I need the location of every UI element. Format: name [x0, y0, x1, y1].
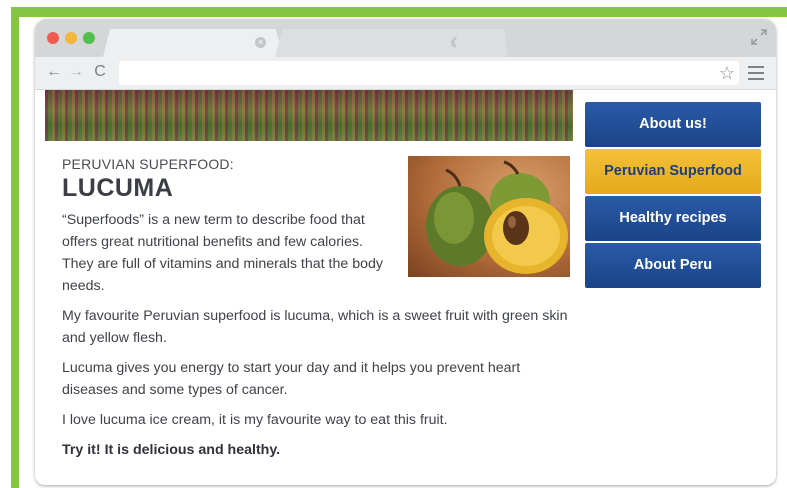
nav-about-peru[interactable]: About Peru [585, 243, 761, 288]
article-title: LUCUMA [62, 174, 174, 202]
reload-icon[interactable]: C [91, 63, 109, 81]
banner-image [45, 90, 573, 141]
close-window-button[interactable] [47, 32, 59, 44]
browser-window: × × ← → C ☆ [35, 19, 776, 485]
page-viewport: PERUVIAN SUPERFOOD: LUCUMA “Superfoods” … [35, 90, 776, 485]
side-navigation: About us! Peruvian Superfood Healthy rec… [585, 102, 761, 290]
back-icon[interactable]: ← [45, 63, 63, 81]
paragraph-5: Try it! It is delicious and healthy. [62, 442, 281, 458]
browser-toolbar: ← → C ☆ [35, 57, 776, 90]
article-kicker: PERUVIAN SUPERFOOD: [62, 156, 234, 172]
paragraph-2: My favourite Peruvian superfood is lucum… [62, 308, 568, 346]
tab-second[interactable]: × [275, 29, 465, 57]
nav-peruvian-superfood[interactable]: Peruvian Superfood [585, 149, 761, 194]
minimize-window-button[interactable] [65, 32, 77, 44]
tab-bar: × × [35, 19, 776, 57]
nav-healthy-recipes[interactable]: Healthy recipes [585, 196, 761, 241]
fullscreen-icon[interactable] [750, 28, 768, 46]
paragraph-1: “Superfoods” is a new term to describe f… [62, 212, 383, 294]
paragraph-3: Lucuma gives you energy to start your da… [62, 360, 521, 398]
new-tab-button[interactable] [455, 29, 507, 57]
maximize-window-button[interactable] [83, 32, 95, 44]
bookmark-star-icon[interactable]: ☆ [717, 63, 737, 83]
forward-icon[interactable]: → [67, 63, 85, 81]
tab-close-icon[interactable]: × [255, 37, 266, 48]
paragraph-4: I love lucuma ice cream, it is my favour… [62, 412, 448, 428]
tab-active[interactable]: × [103, 29, 283, 57]
nav-about-us[interactable]: About us! [585, 102, 761, 147]
menu-icon[interactable] [748, 66, 764, 80]
address-bar[interactable] [119, 61, 739, 85]
article: PERUVIAN SUPERFOOD: LUCUMA “Superfoods” … [62, 156, 568, 461]
